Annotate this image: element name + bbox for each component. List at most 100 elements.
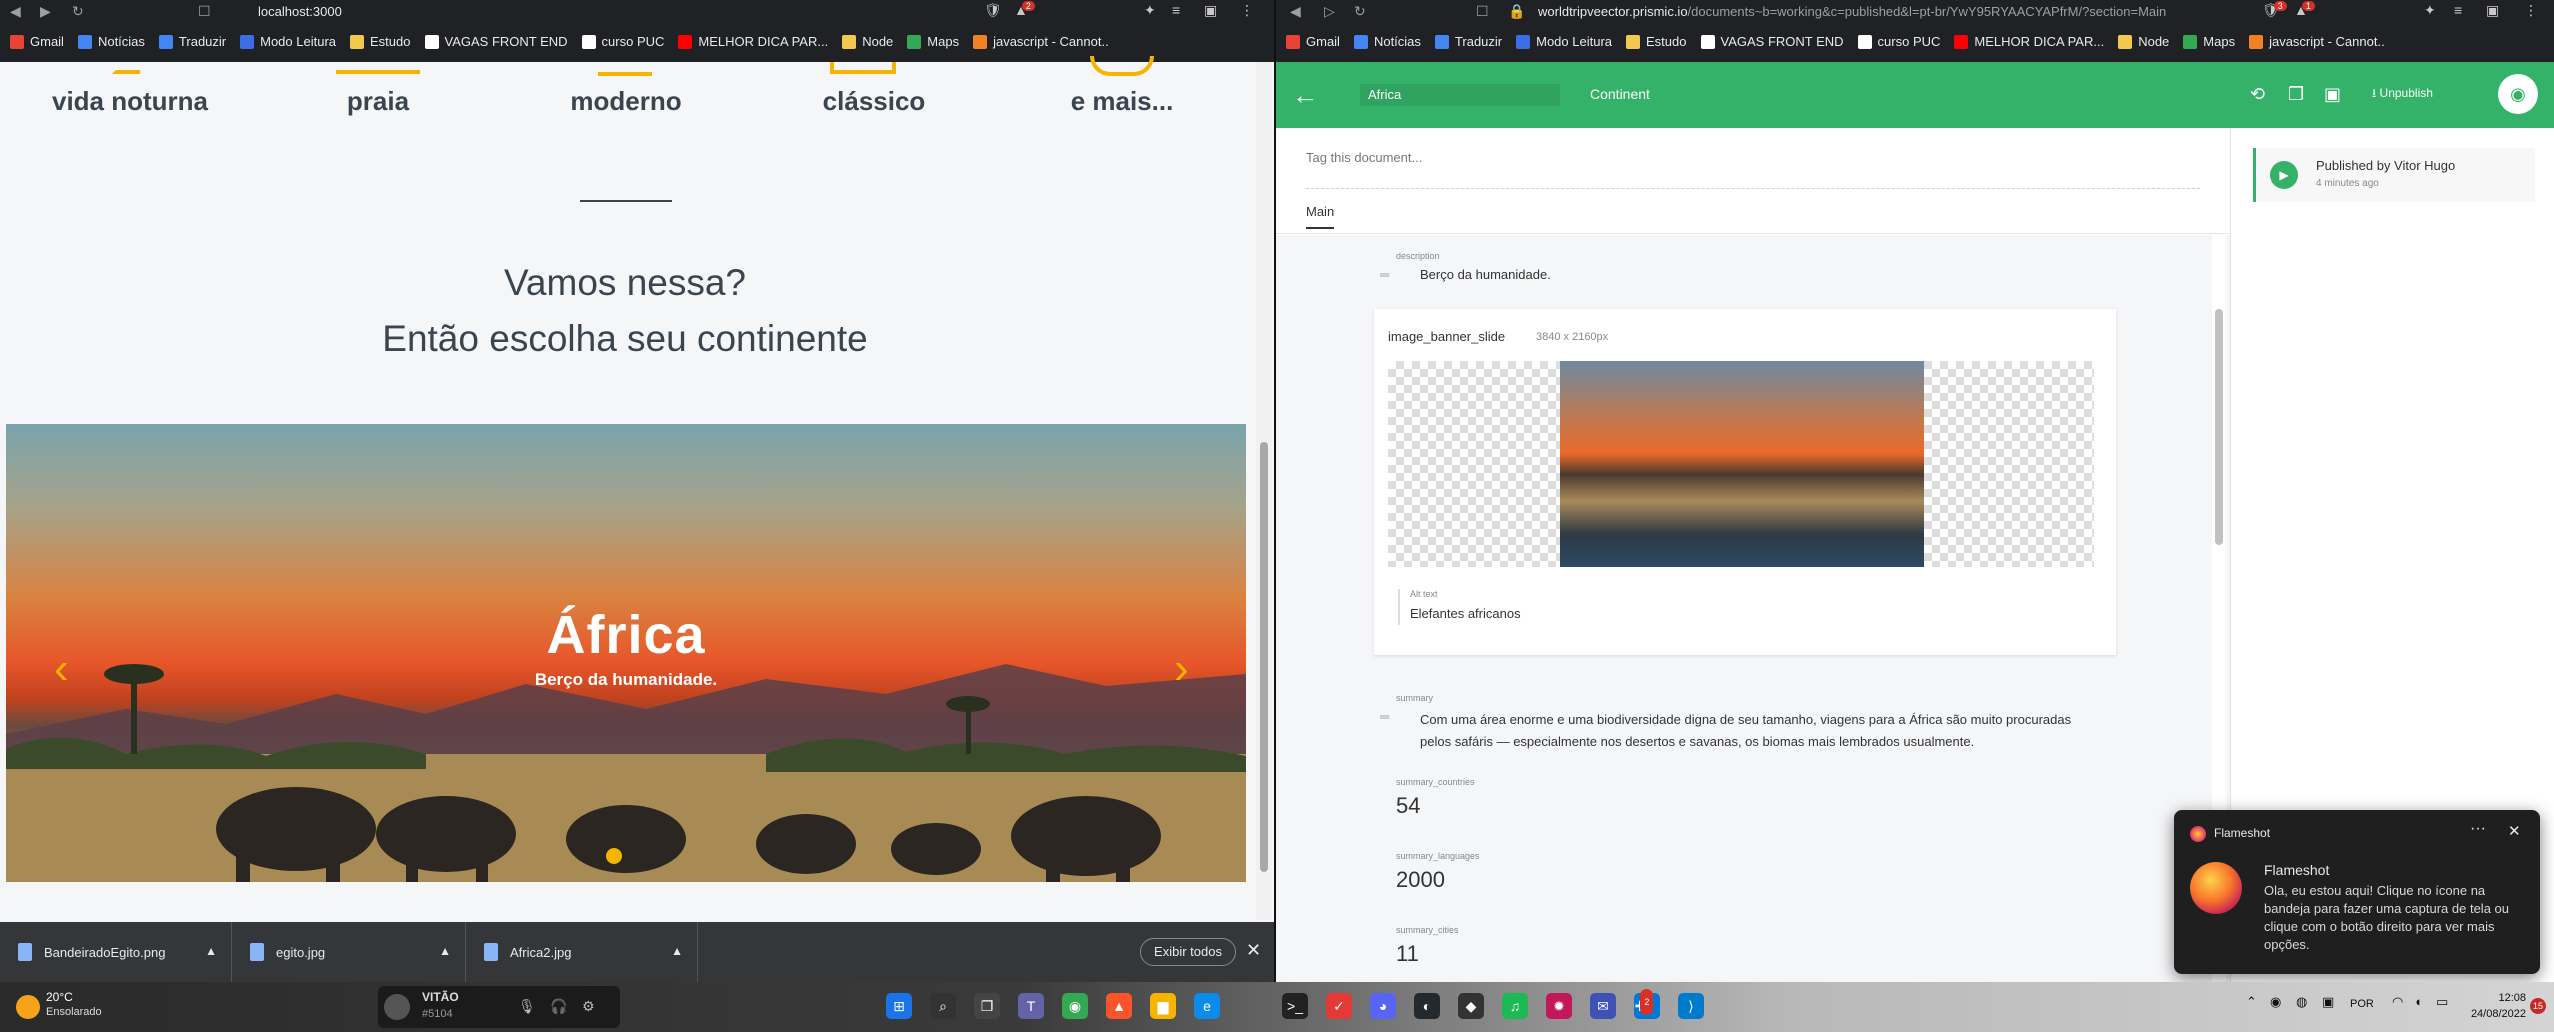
duplicate-icon[interactable]: ❐: [2288, 84, 2304, 105]
vscode-icon[interactable]: ⟩: [1678, 993, 1704, 1019]
gear-icon[interactable]: ⚙: [582, 998, 595, 1015]
tray-app-icon[interactable]: ▣: [2322, 994, 2334, 1010]
chevron-up-icon[interactable]: ▲: [439, 944, 451, 958]
extensions-icon[interactable]: ✦: [1144, 2, 1156, 19]
bookmark-item[interactable]: javascript - Cannot..: [973, 34, 1109, 49]
unpublish-button[interactable]: ⭳ Unpublish: [2372, 84, 2433, 105]
bookmark-item[interactable]: javascript - Cannot..: [2249, 34, 2385, 49]
back-icon[interactable]: ◀: [1290, 3, 1301, 20]
chevron-up-icon[interactable]: ▲: [205, 944, 217, 958]
discord-voice-widget[interactable]: VITÃO #5104 🎙 🎧 ⚙: [378, 986, 620, 1028]
github-icon[interactable]: ◐: [1414, 993, 1440, 1019]
app-icon[interactable]: ✚2: [1634, 989, 1660, 1019]
bookmark-item[interactable]: Modo Leitura: [240, 34, 336, 49]
left-scrollbar-thumb[interactable]: [1260, 442, 1268, 872]
bookmark-item[interactable]: Gmail: [10, 34, 64, 49]
bookmark-item[interactable]: Modo Leitura: [1516, 34, 1612, 49]
bookmark-icon[interactable]: ☐: [198, 3, 211, 20]
headphones-icon[interactable]: 🎧: [550, 998, 567, 1015]
teams-icon[interactable]: T: [1018, 993, 1044, 1019]
chevron-left-icon[interactable]: ‹: [54, 644, 69, 694]
right-url-host[interactable]: worldtripveector.prismic.io: [1538, 4, 1688, 19]
category-beach[interactable]: praia: [278, 86, 478, 117]
download-item[interactable]: Africa2.jpg ▲: [466, 922, 698, 982]
reading-list-icon[interactable]: ≡: [1172, 2, 1180, 18]
task-view-icon[interactable]: ❐: [974, 993, 1000, 1019]
bookmark-item[interactable]: curso PUC: [581, 34, 664, 49]
menu-icon[interactable]: ⋮: [2524, 2, 2538, 19]
bookmark-item[interactable]: Maps: [2183, 34, 2235, 49]
tag-input[interactable]: Tag this document...: [1306, 150, 1422, 165]
rewards-icon[interactable]: ▲1: [2294, 1, 2321, 18]
slide-indicator-dot[interactable]: [606, 848, 622, 864]
rewards-icon[interactable]: ▲2: [1014, 1, 1041, 18]
field-description-value[interactable]: Berço da humanidade.: [1420, 267, 1551, 282]
category-classic[interactable]: clássico: [774, 86, 974, 117]
flameshot-notification[interactable]: Flameshot ··· ✕ Flameshot Ola, eu estou …: [2174, 810, 2540, 974]
language-indicator[interactable]: POR: [2350, 998, 2374, 1010]
document-name-input[interactable]: Africa: [1360, 84, 1560, 106]
elephants-image-thumbnail[interactable]: [1560, 361, 1924, 567]
field-cities-value[interactable]: 11: [1396, 941, 1419, 967]
system-clock[interactable]: 12:08 24/08/2022: [2452, 990, 2526, 1022]
bookmark-item[interactable]: MELHOR DICA PAR...: [678, 34, 828, 49]
app-icon[interactable]: ◆: [1458, 993, 1484, 1019]
chrome-icon[interactable]: ◉: [1062, 993, 1088, 1019]
todo-icon[interactable]: ✓: [1326, 993, 1352, 1019]
terminal-icon[interactable]: >_: [1282, 993, 1308, 1019]
spotify-icon[interactable]: ♫: [1502, 993, 1528, 1019]
wifi-icon[interactable]: ◠: [2392, 994, 2403, 1010]
weather-condition[interactable]: Ensolarado: [46, 1006, 102, 1018]
chevron-up-icon[interactable]: ▲: [671, 944, 683, 958]
preview-eye-icon[interactable]: ◉: [2498, 74, 2538, 114]
weather-temperature[interactable]: 20°C: [46, 990, 73, 1004]
bookmark-item[interactable]: Traduzir: [1434, 34, 1502, 49]
reload-icon[interactable]: ↻: [72, 3, 84, 20]
microphone-icon[interactable]: 🎙: [518, 998, 536, 1015]
chevron-up-icon[interactable]: ⌃: [2246, 994, 2257, 1010]
back-arrow-icon[interactable]: ←: [1292, 80, 1318, 111]
mail-icon[interactable]: ✉: [1590, 993, 1616, 1019]
field-countries-value[interactable]: 54: [1396, 793, 1420, 819]
more-options-icon[interactable]: ···: [2470, 820, 2486, 838]
category-more[interactable]: e mais...: [1022, 86, 1222, 117]
bookmark-item[interactable]: VAGAS FRONT END: [1700, 34, 1844, 49]
brave-icon[interactable]: ▲: [1106, 993, 1132, 1019]
bookmark-item[interactable]: Traduzir: [158, 34, 226, 49]
wallet-icon[interactable]: ▣: [1204, 2, 1217, 19]
right-url-path[interactable]: /documents~b=working&c=published&l=pt-br…: [1688, 4, 2167, 19]
bookmark-item[interactable]: curso PUC: [1857, 34, 1940, 49]
download-item[interactable]: egito.jpg ▲: [232, 922, 466, 982]
bookmark-item[interactable]: MELHOR DICA PAR...: [1954, 34, 2104, 49]
bookmark-item[interactable]: Estudo: [1626, 34, 1687, 49]
bookmark-item[interactable]: Node: [842, 34, 893, 49]
bookmark-item[interactable]: Maps: [907, 34, 959, 49]
file-explorer-icon[interactable]: ▆: [1150, 993, 1176, 1019]
volume-icon[interactable]: ◖: [2414, 994, 2422, 1009]
editor-scrollbar-thumb[interactable]: [2215, 309, 2223, 545]
history-icon[interactable]: ⟲: [2250, 84, 2265, 105]
bookmark-icon[interactable]: ☐: [1476, 3, 1489, 20]
tray-app-icon[interactable]: ◍: [2296, 994, 2307, 1010]
chevron-right-icon[interactable]: ›: [1174, 644, 1189, 694]
tab-main[interactable]: Main: [1306, 204, 1335, 229]
category-modern[interactable]: moderno: [526, 86, 726, 117]
left-scrollbar[interactable]: [1256, 62, 1272, 920]
field-languages-value[interactable]: 2000: [1396, 867, 1445, 893]
close-icon[interactable]: ✕: [2508, 822, 2521, 840]
flameshot-icon[interactable]: ✹: [1546, 993, 1572, 1019]
forward-icon[interactable]: ▷: [1324, 3, 1335, 20]
windows-start-icon[interactable]: ⊞: [886, 993, 912, 1019]
notification-count-badge[interactable]: 15: [2530, 998, 2546, 1014]
bookmark-item[interactable]: Estudo: [350, 34, 411, 49]
menu-icon[interactable]: ⋮: [1240, 2, 1254, 19]
brave-shield-icon[interactable]: 🛡3: [2262, 1, 2293, 19]
reload-icon[interactable]: ↻: [1354, 3, 1366, 20]
extensions-icon[interactable]: ✦: [2424, 2, 2436, 19]
left-url[interactable]: localhost:3000: [258, 4, 342, 19]
field-summary-value[interactable]: Com uma área enorme e uma biodiversidade…: [1420, 709, 2100, 753]
close-icon[interactable]: ✕: [1246, 940, 1261, 961]
tray-app-icon[interactable]: ◉: [2270, 994, 2281, 1010]
discord-icon[interactable]: ◕: [1370, 993, 1396, 1019]
alt-text-value[interactable]: Elefantes africanos: [1410, 606, 1521, 621]
